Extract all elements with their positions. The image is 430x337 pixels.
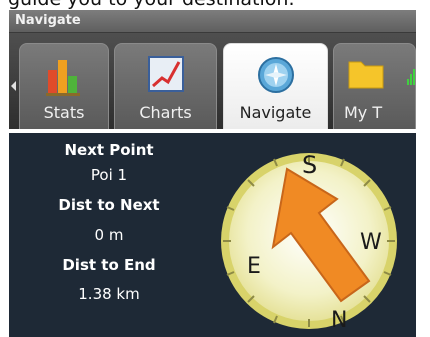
tab-navigate[interactable]: Navigate [223, 43, 328, 129]
signal-strength-icon [407, 69, 415, 85]
navigation-info: Next Point Poi 1 Dist to Next 0 m Dist t… [9, 133, 209, 337]
tab-charts-label: Charts [139, 103, 192, 122]
compass-label-e: E [247, 254, 261, 279]
tab-strip: Stats Charts Navigate My T [9, 33, 416, 129]
next-point-value: Poi 1 [90, 166, 128, 184]
title-bar: Navigate [9, 10, 416, 33]
window-title: Navigate [15, 13, 81, 28]
dist-to-next-label: Dist to Next [58, 196, 160, 214]
compass-dial: S W E N [221, 151, 397, 333]
line-chart-icon [147, 56, 184, 92]
bar-chart-icon [46, 60, 80, 96]
tab-my-tracks-label: My T [344, 103, 383, 122]
compass-label-w: W [360, 230, 382, 255]
tab-navigate-label: Navigate [239, 103, 312, 122]
compass-icon [257, 57, 294, 93]
folder-icon [348, 61, 384, 89]
compass-label-n: N [331, 308, 347, 333]
app-window: Navigate Stats Charts Navigate My T Next… [9, 10, 416, 337]
caption-strip: guide you to your destination. [0, 0, 430, 10]
caption-text: guide you to your destination. [8, 0, 295, 10]
tab-stats[interactable]: Stats [19, 43, 109, 129]
tab-stats-label: Stats [43, 103, 85, 122]
tab-my-tracks[interactable]: My T [333, 43, 416, 129]
scroll-left-arrow-icon[interactable] [11, 81, 16, 91]
dist-to-end-value: 1.38 km [78, 285, 140, 303]
navigate-panel: Next Point Poi 1 Dist to Next 0 m Dist t… [9, 129, 416, 337]
tab-charts[interactable]: Charts [114, 43, 217, 129]
dist-to-end-label: Dist to End [62, 256, 156, 274]
compass-label-s: S [302, 151, 317, 179]
next-point-label: Next Point [64, 141, 154, 159]
dist-to-next-value: 0 m [94, 226, 124, 244]
